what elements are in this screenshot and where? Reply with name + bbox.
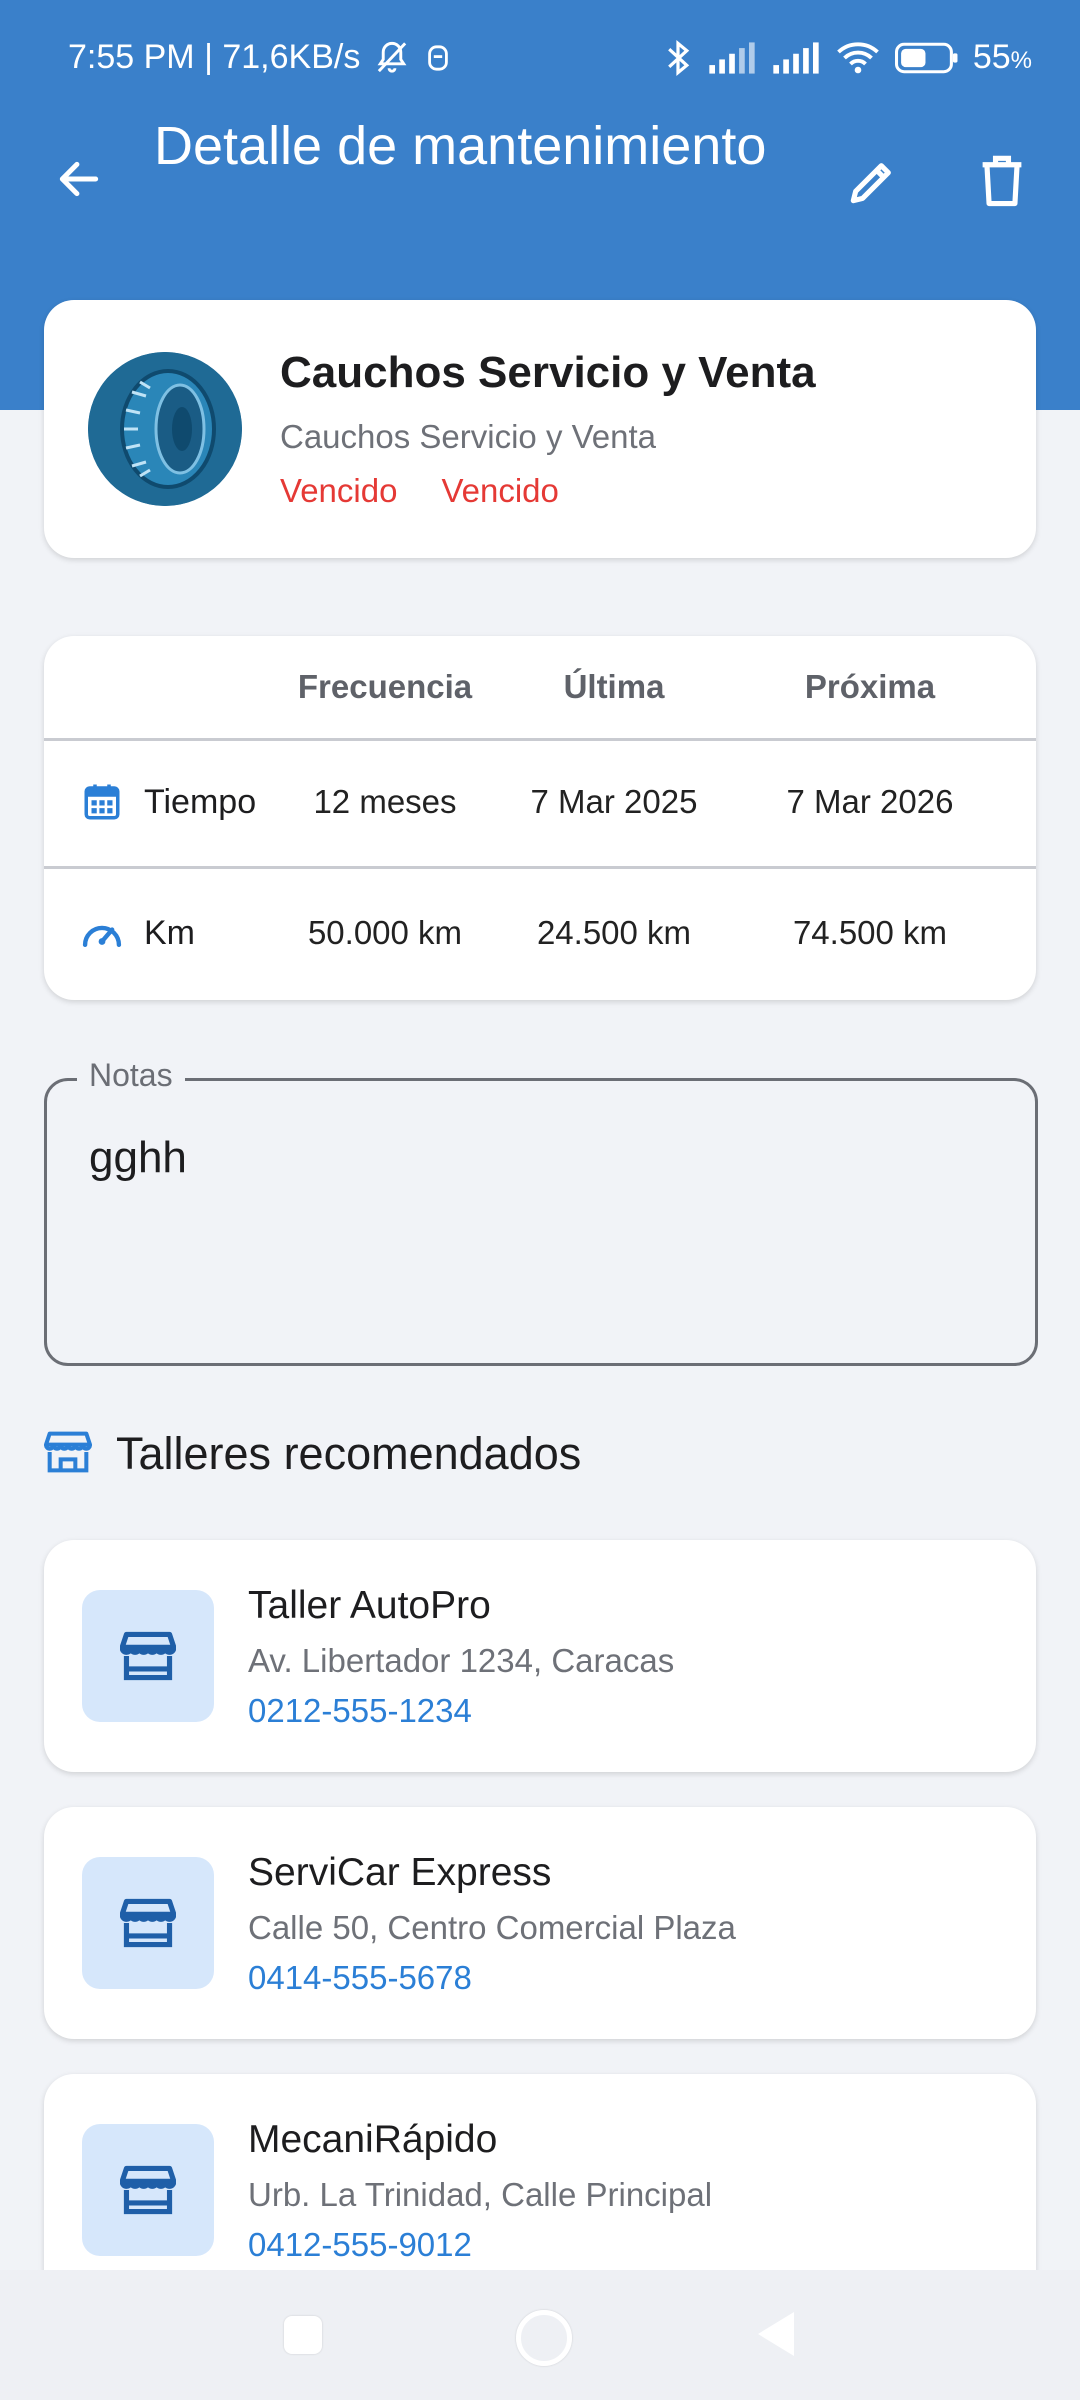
row-label-km: Km bbox=[144, 913, 195, 952]
back-button[interactable] bbox=[44, 144, 114, 214]
workshops-title: Talleres recomendados bbox=[116, 1428, 582, 1479]
workshop-phone-link[interactable]: 0212-555-1234 bbox=[248, 1692, 472, 1730]
workshop-phone-link[interactable]: 0412-555-9012 bbox=[248, 2226, 472, 2264]
cell-proxima-tiempo: 7 Mar 2026 bbox=[786, 783, 954, 820]
workshop-phone-link[interactable]: 0414-555-5678 bbox=[248, 1959, 472, 1997]
delete-button[interactable] bbox=[966, 146, 1038, 218]
maintenance-title: Cauchos Servicio y Venta bbox=[280, 348, 816, 397]
store-icon bbox=[43, 1430, 93, 1479]
cell-ultima-tiempo: 7 Mar 2025 bbox=[530, 783, 698, 820]
home-button[interactable] bbox=[516, 2310, 572, 2366]
workshops-section-header: Talleres recomendados bbox=[43, 1428, 582, 1480]
workshop-name: MecaniRápido bbox=[248, 2118, 498, 2161]
status-row: Vencido Vencido bbox=[280, 472, 559, 510]
maintenance-summary-card: Cauchos Servicio y Venta Cauchos Servici… bbox=[44, 300, 1036, 558]
speedometer-icon bbox=[80, 911, 124, 955]
workshop-card[interactable]: ServiCar Express Calle 50, Centro Comerc… bbox=[44, 1807, 1036, 2039]
store-icon bbox=[82, 1590, 214, 1722]
store-icon bbox=[82, 2124, 214, 2256]
app-notification-icon bbox=[424, 41, 452, 75]
header-frecuencia: Frecuencia bbox=[297, 668, 473, 705]
wifi-icon bbox=[835, 40, 881, 76]
schedule-table: Frecuencia Última Próxima Tiempo 12 mese… bbox=[44, 636, 1036, 1000]
maintenance-subtitle: Cauchos Servicio y Venta bbox=[280, 418, 657, 455]
status-time-network: 7:55 PM | 71,6KB/s bbox=[68, 38, 361, 76]
status-badge-km: Vencido bbox=[441, 472, 559, 509]
system-back-button[interactable] bbox=[758, 2312, 794, 2356]
workshop-name: ServiCar Express bbox=[248, 1851, 552, 1894]
pencil-icon bbox=[850, 163, 891, 204]
cell-frecuencia-tiempo: 12 meses bbox=[313, 783, 457, 820]
workshop-address: Av. Libertador 1234, Caracas bbox=[248, 1642, 675, 1679]
status-bar: 7:55 PM | 71,6KB/s 55% bbox=[0, 0, 1080, 120]
cell-proxima-km: 74.500 km bbox=[792, 914, 948, 951]
cell-frecuencia-km: 50.000 km bbox=[307, 914, 463, 951]
store-icon bbox=[82, 1857, 214, 1989]
notes-value: gghh bbox=[89, 1133, 187, 1182]
notes-label: Notas bbox=[77, 1057, 185, 1094]
signal-icon-sim1 bbox=[707, 41, 757, 75]
status-badge-time: Vencido bbox=[280, 472, 398, 509]
page-title: Detalle de mantenimiento bbox=[154, 116, 767, 176]
battery-level: 55% bbox=[972, 38, 1032, 76]
row-label-tiempo: Tiempo bbox=[144, 782, 257, 821]
tire-icon bbox=[88, 352, 242, 506]
header-proxima: Próxima bbox=[804, 668, 936, 705]
workshop-name: Taller AutoPro bbox=[248, 1584, 491, 1627]
app-bar: Detalle de mantenimiento bbox=[0, 110, 1080, 260]
table-row: Tiempo 12 meses 7 Mar 2025 7 Mar 2026 bbox=[44, 738, 1036, 869]
calendar-icon bbox=[80, 780, 124, 824]
battery-icon bbox=[894, 41, 959, 75]
notes-field[interactable]: Notas gghh bbox=[44, 1057, 1038, 1366]
system-navigation-bar bbox=[0, 2270, 1080, 2400]
workshop-address: Urb. La Trinidad, Calle Principal bbox=[248, 2176, 713, 2213]
table-header: Frecuencia Última Próxima bbox=[44, 636, 1036, 741]
bell-off-icon bbox=[374, 39, 410, 77]
edit-button[interactable] bbox=[836, 146, 908, 218]
table-row: Km 50.000 km 24.500 km 74.500 km bbox=[44, 869, 1036, 997]
cell-ultima-km: 24.500 km bbox=[536, 914, 692, 951]
signal-icon-sim2 bbox=[771, 41, 821, 75]
header-ultima: Última bbox=[563, 668, 665, 705]
bluetooth-icon bbox=[663, 39, 693, 77]
workshop-card[interactable]: Taller AutoPro Av. Libertador 1234, Cara… bbox=[44, 1540, 1036, 1772]
recents-button[interactable] bbox=[284, 2316, 322, 2354]
trash-icon bbox=[982, 155, 1022, 207]
arrow-back-icon bbox=[59, 161, 99, 197]
workshop-address: Calle 50, Centro Comercial Plaza bbox=[248, 1909, 736, 1946]
